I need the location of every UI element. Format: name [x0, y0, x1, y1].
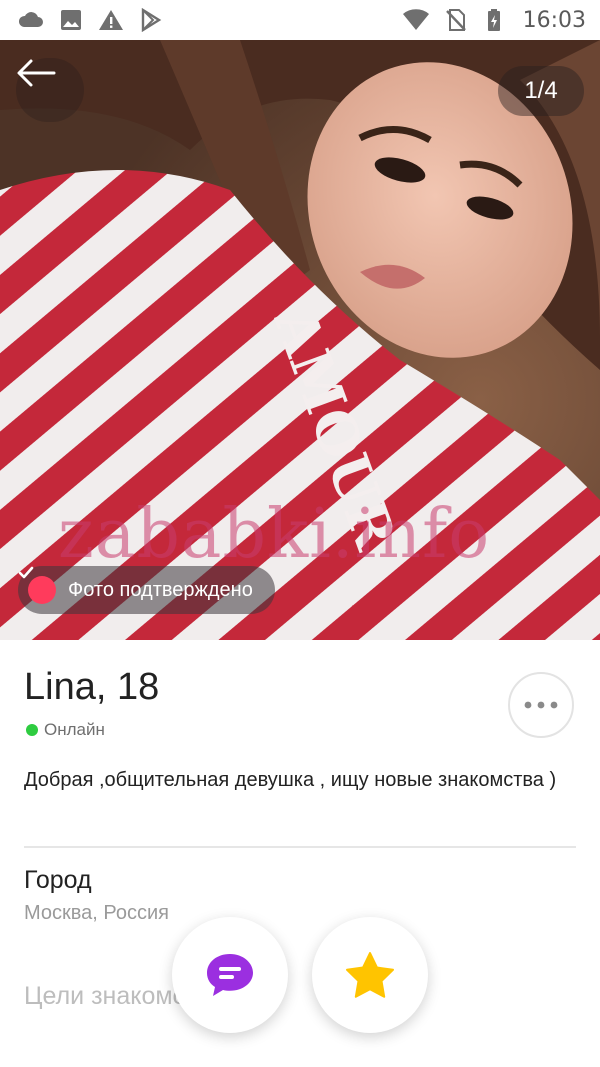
photo-verified-badge: Фото подтверждено: [18, 566, 275, 614]
profile-bio: Добрая ,общительная девушка , ищу новые …: [24, 769, 557, 791]
warning-icon: [99, 10, 123, 30]
check-circle-icon: [18, 566, 56, 604]
battery-icon: [487, 9, 500, 31]
online-status-label: Онлайн: [44, 720, 105, 739]
more-options-button[interactable]: [508, 672, 574, 738]
image-icon: [61, 10, 81, 30]
status-bar-time: 16:03: [522, 7, 586, 33]
more-dots-icon: [524, 701, 558, 709]
chat-bubble-icon: [207, 954, 253, 996]
wifi-icon: [402, 9, 429, 30]
arrow-left-icon: [17, 59, 56, 87]
city-value: Москва, Россия: [24, 902, 169, 924]
divider: [24, 846, 576, 848]
city-label: Город: [24, 866, 92, 894]
status-bar-left: [18, 8, 164, 32]
photo-verified-label: Фото подтверждено: [68, 578, 253, 601]
online-status: Онлайн: [26, 720, 105, 740]
play-store-icon: [141, 8, 162, 32]
favorite-button[interactable]: [312, 917, 428, 1033]
online-dot-icon: [26, 724, 38, 736]
watermark: zababki.info: [58, 495, 491, 574]
star-icon: [346, 952, 394, 998]
profile-name-age: Lina, 18: [24, 666, 160, 708]
profile-photo[interactable]: AMOUR 1/4 zababki.info Фото подтверждено: [0, 40, 600, 640]
chat-button[interactable]: [172, 917, 288, 1033]
back-button[interactable]: [16, 58, 84, 122]
cloud-icon: [18, 12, 43, 27]
status-bar-right: 16:03: [402, 7, 586, 33]
no-sim-icon: [445, 9, 466, 31]
status-bar: 16:03: [0, 0, 600, 40]
photo-counter: 1/4: [498, 66, 584, 116]
